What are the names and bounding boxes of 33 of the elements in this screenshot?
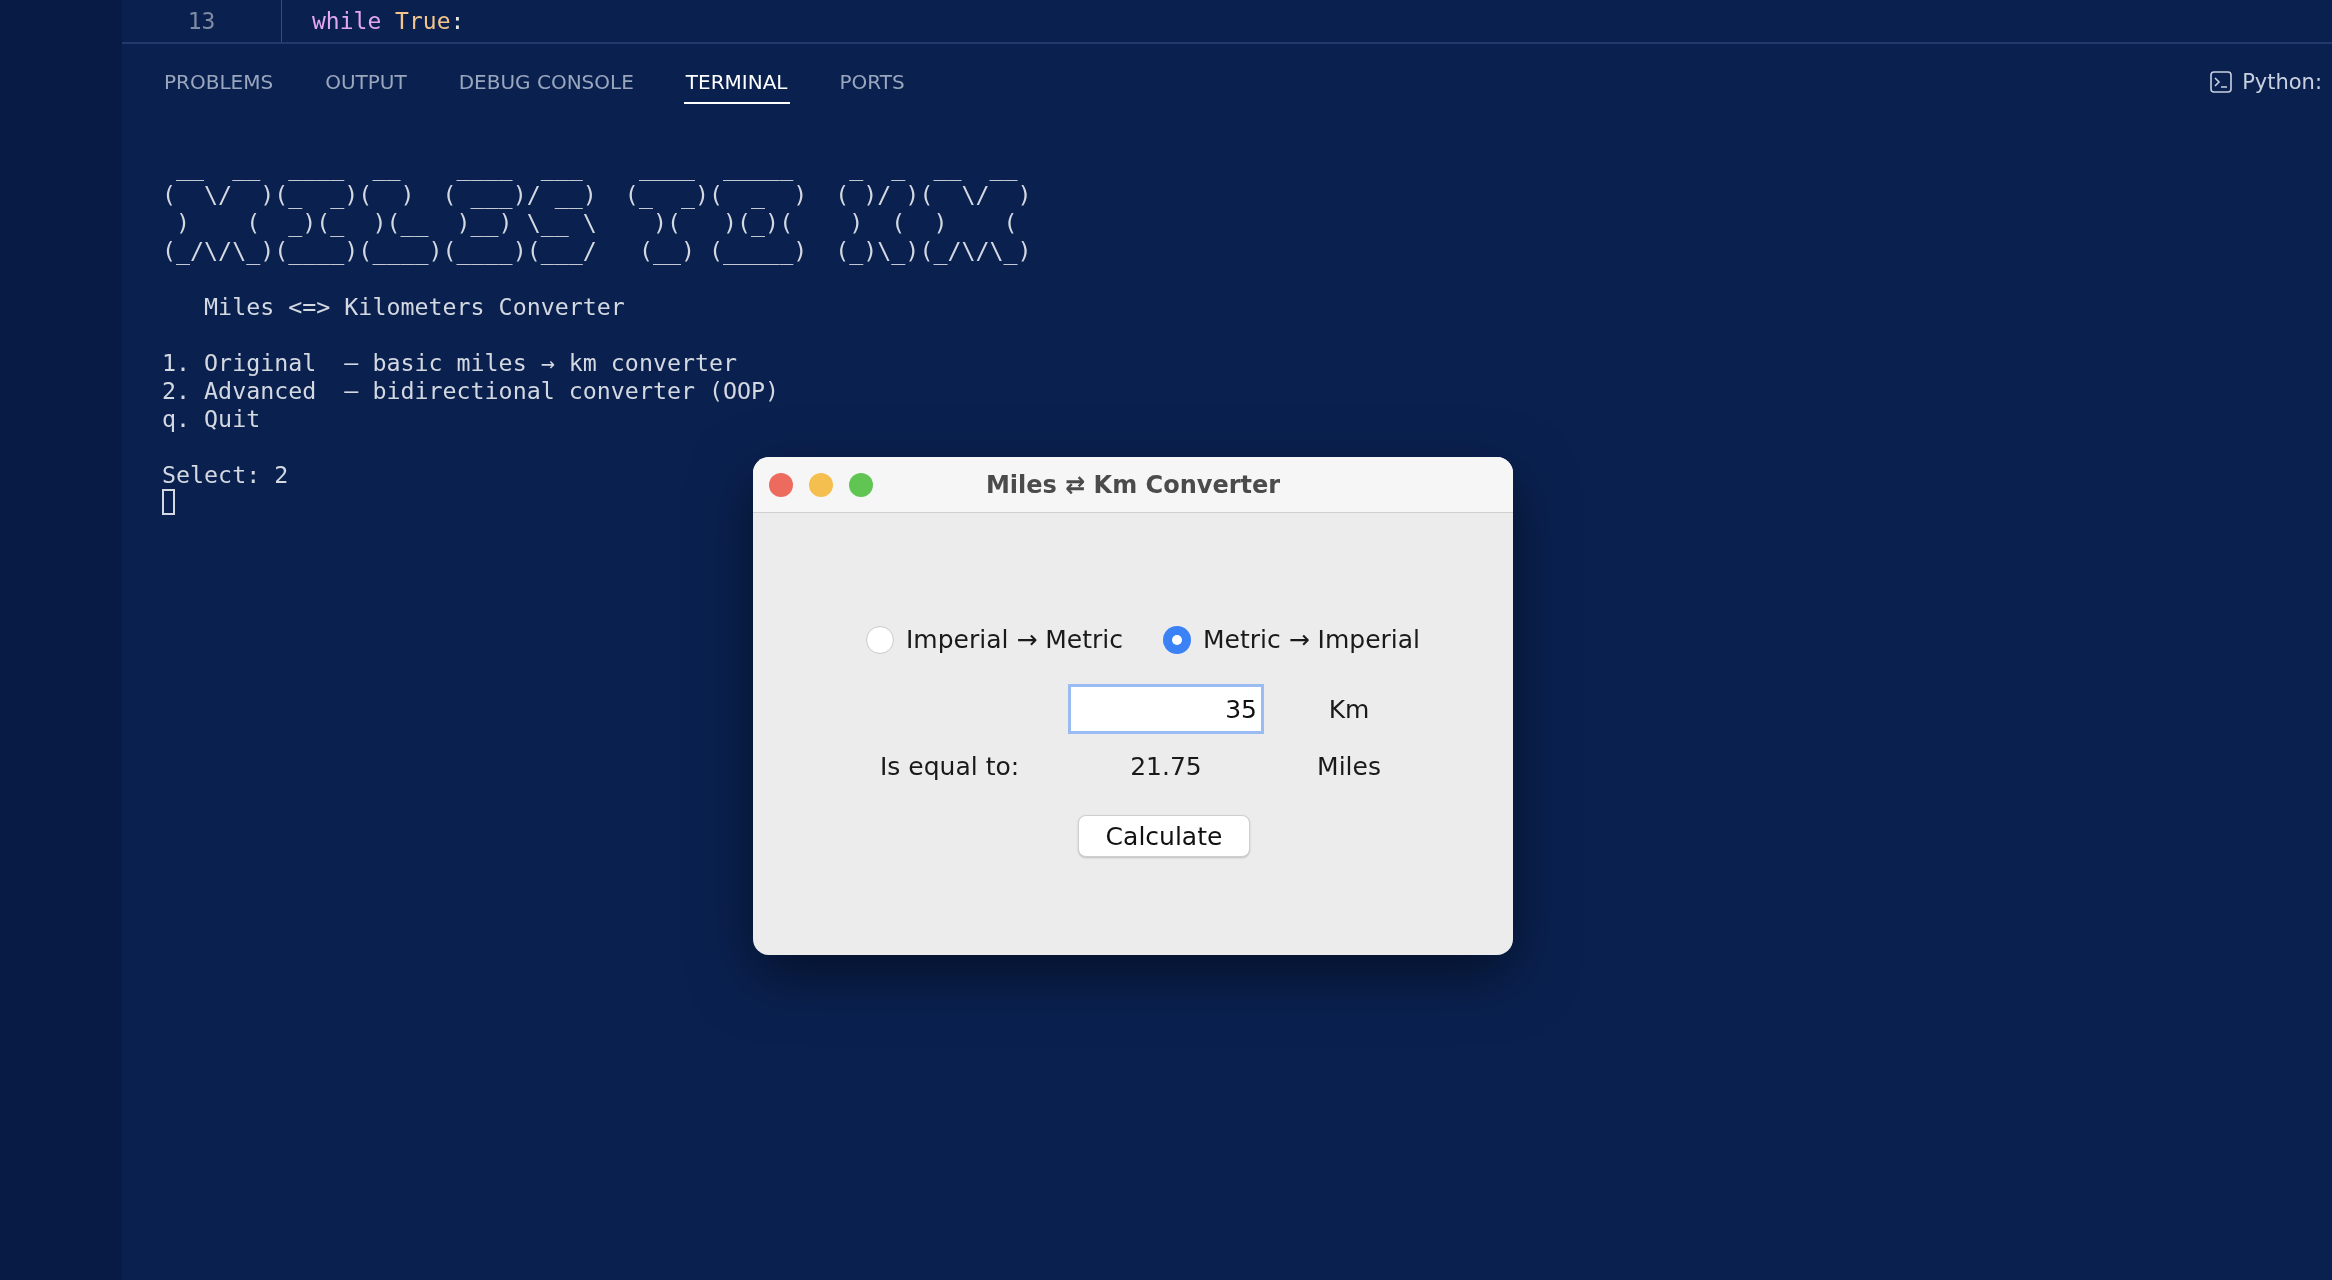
unit-label: Km [1327,694,1371,724]
radio-label[interactable]: Metric → Imperial [1203,625,1421,654]
code-line: while True: [312,8,465,34]
ascii-banner-line: ) ( _)(_ )(__ )__) \__ \ )( )(_)( ) ( ) ( [175,209,1019,237]
ascii-banner-line: __ __ ____ __ ____ ___ ____ _____ _ _ __ __ [175,153,1019,181]
panel-tab[interactable]: DEBUG CONSOLE [456,60,636,104]
radio-button[interactable] [1163,625,1191,654]
terminal-line: Select: 2 [162,461,289,489]
input-field[interactable]: 35 [1068,684,1264,734]
maximize-icon[interactable] [849,472,873,497]
terminal-line: q. Quit [162,405,261,433]
result-label: Is equal to: [880,752,1021,781]
panel-tab[interactable]: PORTS [837,60,907,104]
terminal-profile[interactable]: Python: [2242,70,2322,94]
ascii-banner-line: ( \/ )(_ _)( ) ( ___)/ __) (_ _)( _ ) ( )/ )( \/ ) [162,181,1032,209]
window-title: Miles ⇄ Km Converter [985,470,1281,499]
panel-tab[interactable]: PROBLEMS [162,60,276,104]
panel-tab[interactable]: OUTPUT [323,60,409,104]
calculate-button[interactable]: Calculate [1078,815,1250,857]
unit-label: Miles [1316,752,1382,781]
terminal-icon[interactable] [2210,71,2233,93]
terminal-line: Miles <=> Kilometers Converter [203,293,625,321]
panel-tab[interactable]: TERMINAL [683,60,790,104]
terminal-cursor [162,489,175,515]
terminal-line: 2. Advanced — bidirectional converter (OOP) [162,377,780,405]
line-number: 13 [122,0,282,42]
ascii-banner-line: (_/\/\_)(____)(____)(____)(___/ (__) (_____) (_)\_)(_/\/\_) [162,237,1032,265]
close-icon[interactable] [769,472,793,497]
result-value: 21.75 [1129,752,1203,781]
terminal-line: 1. Original — basic miles → km converter [162,349,738,377]
radio-label[interactable]: Imperial → Metric [905,625,1123,654]
radio-button[interactable] [865,625,894,654]
minimize-icon[interactable] [809,472,833,497]
